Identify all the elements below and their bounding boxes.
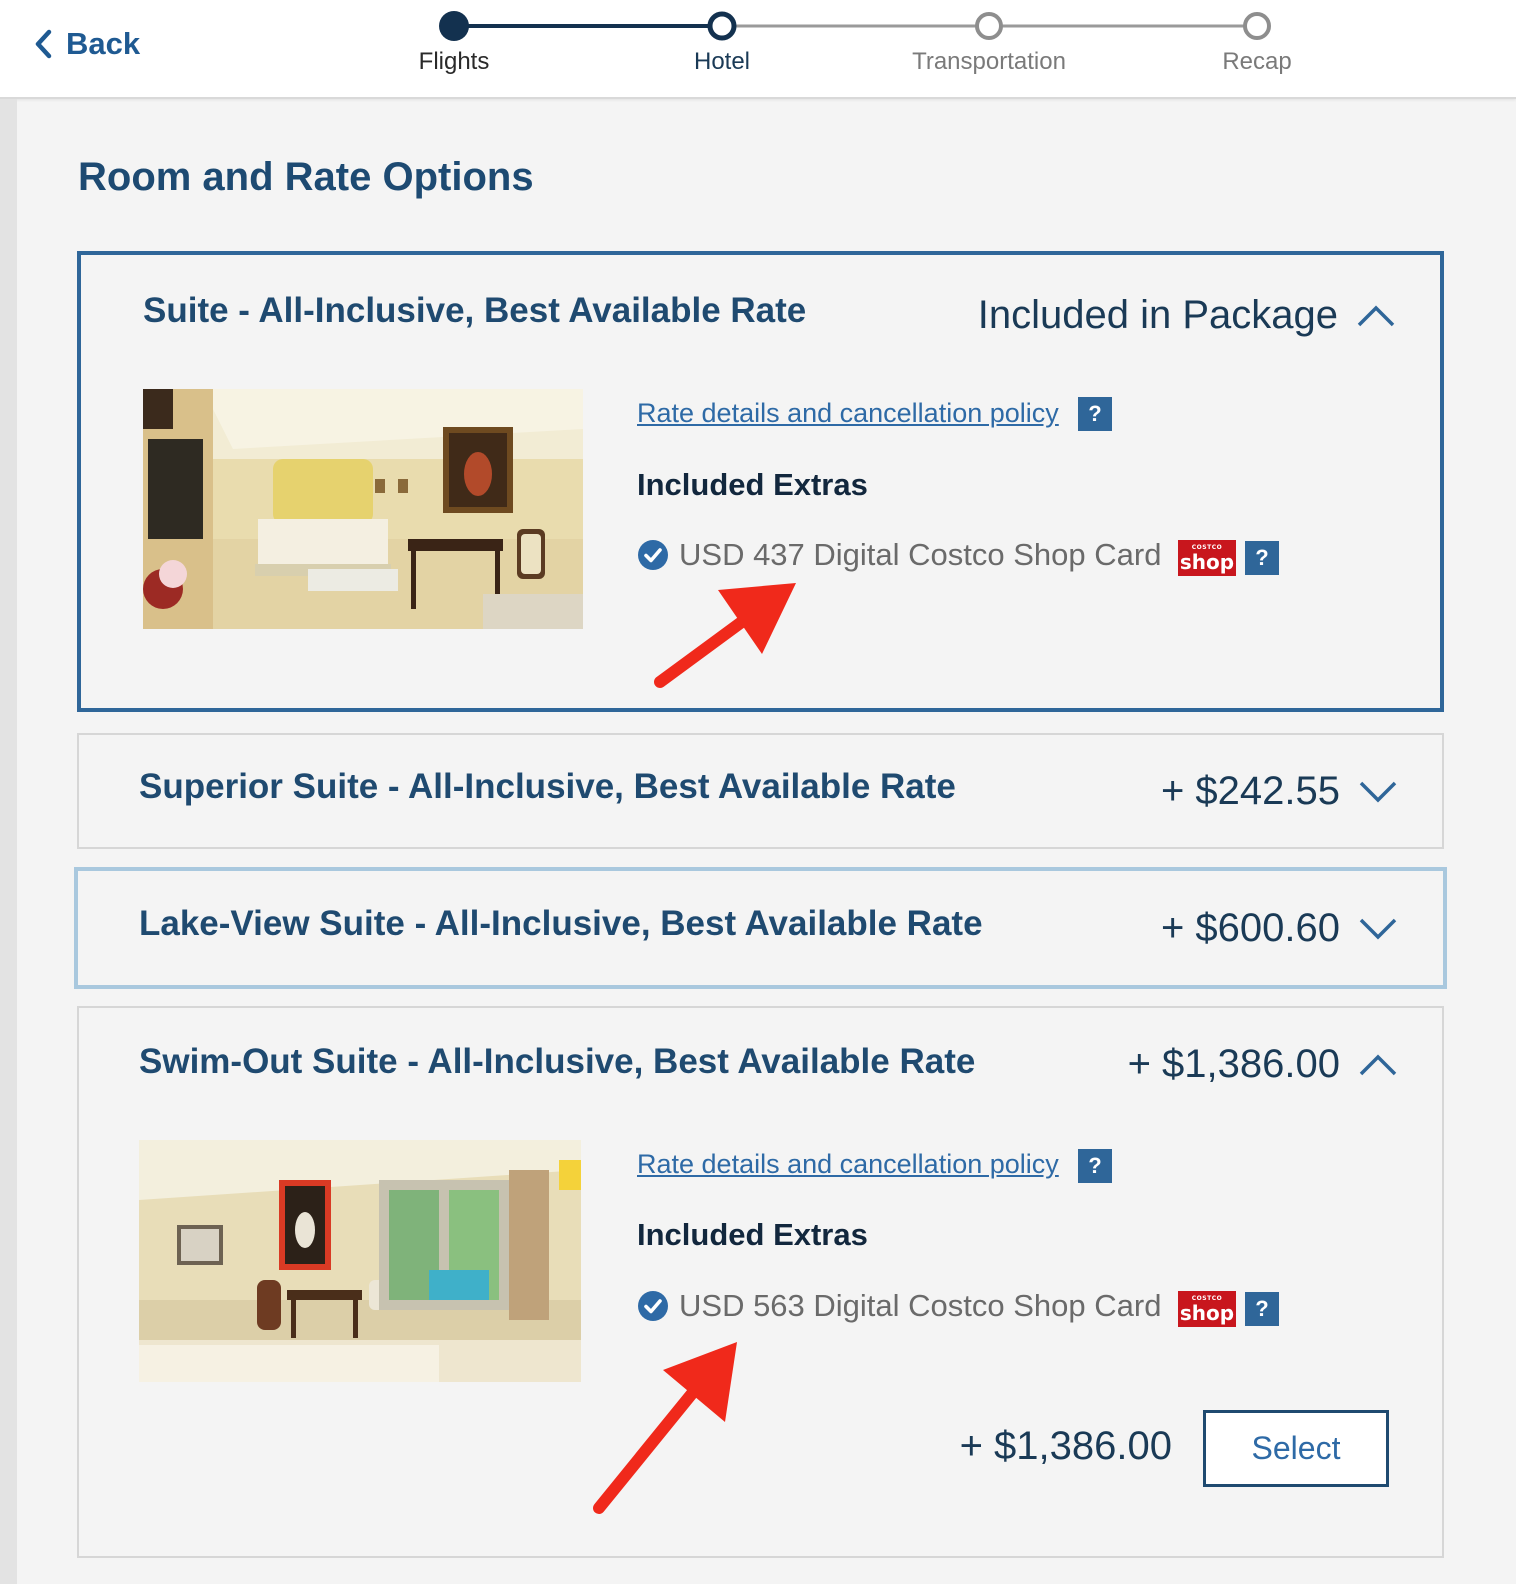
room-price-toggle[interactable]: + $242.55	[1161, 769, 1398, 814]
room-price-toggle[interactable]: + $1,386.00	[1128, 1042, 1398, 1087]
room-price-label: + $1,386.00	[1127, 1042, 1340, 1086]
check-circle-icon	[638, 1291, 668, 1321]
included-extras-heading: Included Extras	[637, 467, 868, 502]
extra-text: USD 563 Digital Costco Shop Card	[679, 1288, 1162, 1323]
room-price-toggle[interactable]: Included in Package	[978, 293, 1396, 338]
costco-shop-logo: COSTCO shop	[1178, 540, 1236, 576]
room-price-label: + $242.55	[1160, 769, 1340, 813]
room-photo	[139, 1140, 581, 1382]
step-dot-transportation	[975, 12, 1003, 40]
room-title: Superior Suite - All-Inclusive, Best Ava…	[139, 767, 956, 806]
room-card-superior-suite[interactable]: Superior Suite - All-Inclusive, Best Ava…	[77, 733, 1444, 849]
select-button[interactable]: Select	[1203, 1410, 1389, 1487]
extra-item: USD 563 Digital Costco Shop Card	[637, 1288, 1161, 1324]
annotation-arrow-icon	[593, 1342, 737, 1514]
page-title: Room and Rate Options	[78, 155, 534, 199]
booking-progress-stepper: Flights Hotel Transportation Recap	[0, 0, 1516, 97]
step-flights[interactable]: Flights	[419, 48, 490, 76]
extra-item: USD 437 Digital Costco Shop Card	[637, 537, 1161, 573]
room-card-lake-view-suite[interactable]: Lake-View Suite - All-Inclusive, Best Av…	[74, 867, 1447, 989]
top-navigation-bar: Back Flights Hotel Transportation Recap	[0, 0, 1516, 99]
room-price-label: Included in Package	[977, 293, 1338, 337]
left-gutter	[0, 99, 17, 1584]
rate-help-icon[interactable]: ?	[1078, 397, 1112, 431]
extra-text: USD 437 Digital Costco Shop Card	[679, 537, 1162, 572]
room-title: Swim-Out Suite - All-Inclusive, Best Ava…	[139, 1042, 976, 1081]
costco-shop-logo: COSTCO shop	[1178, 1291, 1236, 1327]
rate-details-link[interactable]: Rate details and cancellation policy	[637, 1149, 1059, 1180]
room-price-label: + $600.60	[1160, 906, 1340, 950]
rate-details-link[interactable]: Rate details and cancellation policy	[637, 398, 1059, 429]
room-photo	[143, 389, 583, 629]
step-dot-flights	[439, 11, 469, 41]
shop-logo-text: shop	[1179, 549, 1235, 574]
rate-help-icon[interactable]: ?	[1078, 1149, 1112, 1183]
step-hotel[interactable]: Hotel	[694, 48, 750, 76]
extra-help-icon[interactable]: ?	[1245, 541, 1279, 575]
shop-logo-text: shop	[1179, 1300, 1235, 1325]
annotation-arrow-icon	[654, 583, 796, 688]
chevron-up-icon	[1359, 1054, 1397, 1075]
extra-help-icon[interactable]: ?	[1245, 1292, 1279, 1326]
step-recap: Recap	[1222, 48, 1292, 75]
step-dot-hotel	[707, 11, 737, 41]
room-title: Suite - All-Inclusive, Best Available Ra…	[143, 291, 807, 330]
step-dot-recap	[1243, 12, 1271, 40]
step-transportation: Transportation	[912, 48, 1066, 75]
chevron-up-icon	[1357, 305, 1395, 326]
check-circle-icon	[638, 540, 668, 570]
included-extras-heading: Included Extras	[637, 1217, 868, 1252]
room-title: Lake-View Suite - All-Inclusive, Best Av…	[139, 904, 983, 943]
room-price-toggle[interactable]: + $600.60	[1161, 906, 1398, 951]
chevron-down-icon	[1359, 918, 1397, 939]
selection-price: + $1,386.00	[959, 1424, 1172, 1468]
chevron-down-icon	[1359, 781, 1397, 802]
